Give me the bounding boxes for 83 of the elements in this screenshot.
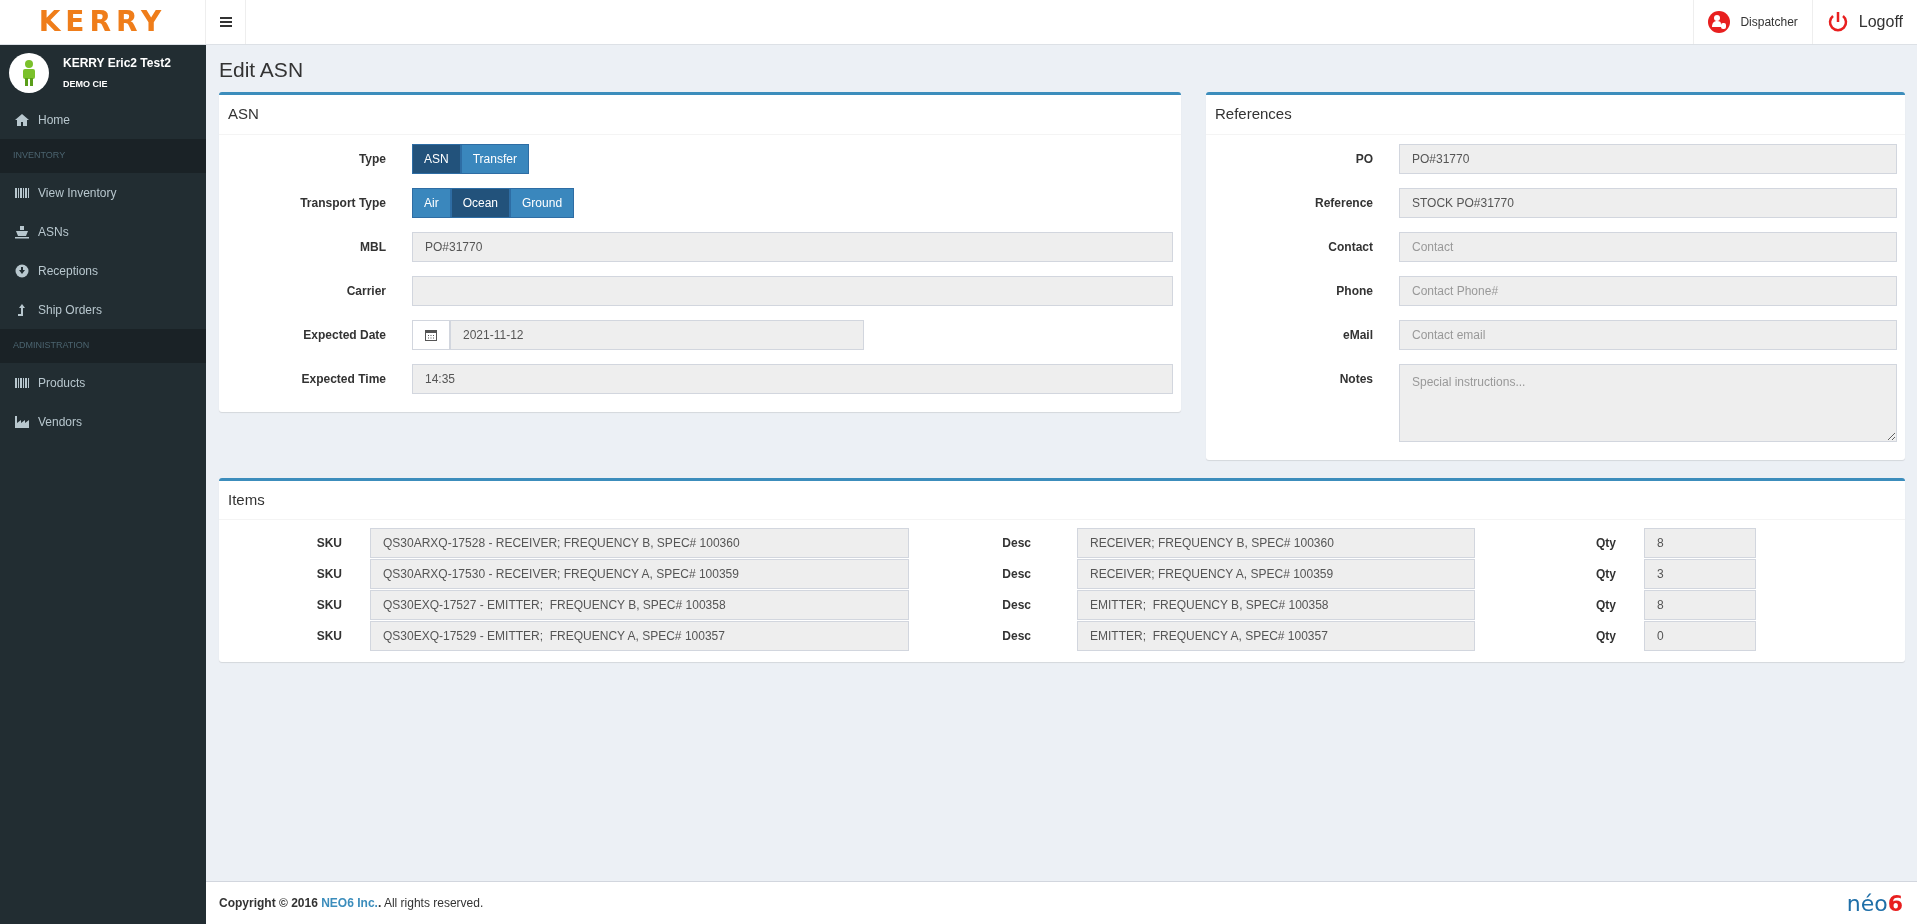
user-name: KERRY Eric2 Test2 (63, 54, 171, 72)
field-label: Qty (1595, 597, 1616, 615)
field-label: SKU (315, 628, 342, 646)
menu-icon (219, 17, 232, 27)
description-field[interactable]: EMITTER; FREQUENCY A, SPEC# 100357 (1077, 621, 1475, 652)
toggle-option[interactable]: Air (412, 187, 451, 218)
dispatcher-button[interactable]: Dispatcher (1693, 0, 1812, 44)
user-badge-icon (1708, 11, 1731, 33)
input-field[interactable]: PO#31770 (412, 231, 1173, 262)
field-label: PO (1354, 150, 1374, 168)
sku-field[interactable]: QS30EXQ-17527 - EMITTER; FREQUENCY B, SPEC# 100358 (370, 590, 909, 621)
sidebar-section-header: INVENTORY (13, 149, 66, 163)
field-label: SKU (315, 535, 342, 553)
sidebar-item[interactable]: Products (0, 363, 206, 402)
field-label: Qty (1595, 566, 1616, 584)
brand-logo: KERRY (38, 4, 167, 40)
input-field[interactable]: Contact (1399, 231, 1897, 262)
home-icon (15, 112, 29, 127)
field-label: Desc (1001, 535, 1031, 553)
field-label: Expected Date (302, 326, 387, 344)
field-label: Reference (1313, 194, 1374, 212)
sidebar-item[interactable]: Ship Orders (0, 290, 206, 329)
calendar-icon (425, 328, 437, 341)
input-field[interactable]: 14:35 (412, 363, 1173, 394)
description-field[interactable]: RECEIVER; FREQUENCY A, SPEC# 100359 (1077, 559, 1475, 590)
field-label: Desc (1001, 628, 1031, 646)
field-label: MBL (359, 238, 387, 256)
description-field[interactable]: EMITTER; FREQUENCY B, SPEC# 100358 (1077, 590, 1475, 621)
neo6-logo: néo6 (1846, 889, 1903, 918)
logoff-button[interactable]: Logoff (1811, 0, 1917, 44)
avatar-icon (9, 52, 49, 93)
field-label: Transport Type (299, 194, 387, 212)
field-label: Phone (1335, 282, 1374, 300)
download-circle-icon (15, 263, 29, 278)
quantity-field[interactable]: 8 (1644, 528, 1756, 559)
field-label: Desc (1001, 566, 1031, 584)
toggle-option[interactable]: Ocean (450, 187, 511, 218)
field-label: Expected Time (300, 370, 387, 388)
field-label: SKU (315, 566, 342, 584)
sku-field[interactable]: QS30ARXQ-17528 - RECEIVER; FREQUENCY B, SPEC# 100360 (370, 528, 909, 559)
sku-field[interactable]: QS30EXQ-17529 - EMITTER; FREQUENCY A, SPEC# 100357 (370, 621, 909, 652)
input-field[interactable]: PO#31770 (1399, 143, 1897, 174)
field-label: Contact (1327, 238, 1374, 256)
field-label: Desc (1001, 597, 1031, 615)
date-field[interactable]: 2021-11-12 (450, 319, 864, 350)
company-name: DEMO CIE (63, 77, 109, 91)
input-field[interactable]: Contact email (1399, 319, 1897, 350)
sidebar-item[interactable]: ASNs (0, 212, 206, 251)
toggle-option[interactable]: Transfer (460, 143, 529, 174)
sidebar-item[interactable]: Home (0, 100, 206, 139)
field-label: Notes (1338, 370, 1374, 388)
sidebar-item[interactable]: View Inventory (0, 173, 206, 212)
barcode-icon (15, 185, 29, 200)
sidebar-item[interactable]: Receptions (0, 251, 206, 290)
quantity-field[interactable]: 0 (1644, 621, 1756, 652)
copyright-text: Copyright © 2016 NEO6 Inc.. All rights reserved. (219, 895, 484, 912)
sku-field[interactable]: QS30ARXQ-17530 - RECEIVER; FREQUENCY A, SPEC# 100359 (370, 559, 909, 590)
power-icon (1826, 11, 1849, 33)
field-label: Carrier (345, 282, 387, 300)
toggle-option[interactable]: Ground (510, 187, 575, 218)
field-label: eMail (1342, 326, 1374, 344)
input-field[interactable] (412, 275, 1173, 306)
card-title: References (1206, 95, 1905, 135)
notes-field[interactable]: Special instructions... (1399, 363, 1897, 442)
field-label: Type (357, 150, 387, 168)
card-title: ASN (219, 95, 1181, 135)
card-title: Items (219, 480, 1905, 521)
sidebar-item[interactable]: Vendors (0, 402, 206, 441)
field-label: Qty (1595, 535, 1616, 553)
ship-icon (15, 224, 29, 239)
description-field[interactable]: RECEIVER; FREQUENCY B, SPEC# 100360 (1077, 528, 1475, 559)
field-label: SKU (315, 597, 342, 615)
company-link[interactable]: NEO6 Inc. (321, 896, 378, 910)
factory-icon (15, 414, 29, 429)
field-label: Qty (1595, 628, 1616, 646)
quantity-field[interactable]: 8 (1644, 590, 1756, 621)
input-field[interactable]: Contact Phone# (1399, 275, 1897, 306)
sidebar-section-header: ADMINISTRATION (13, 339, 90, 353)
toggle-option[interactable]: ASN (412, 143, 461, 174)
barcode-icon (15, 375, 29, 390)
input-field[interactable]: STOCK PO#31770 (1399, 187, 1897, 218)
quantity-field[interactable]: 3 (1644, 559, 1756, 590)
page-title: Edit ASN (219, 57, 305, 83)
